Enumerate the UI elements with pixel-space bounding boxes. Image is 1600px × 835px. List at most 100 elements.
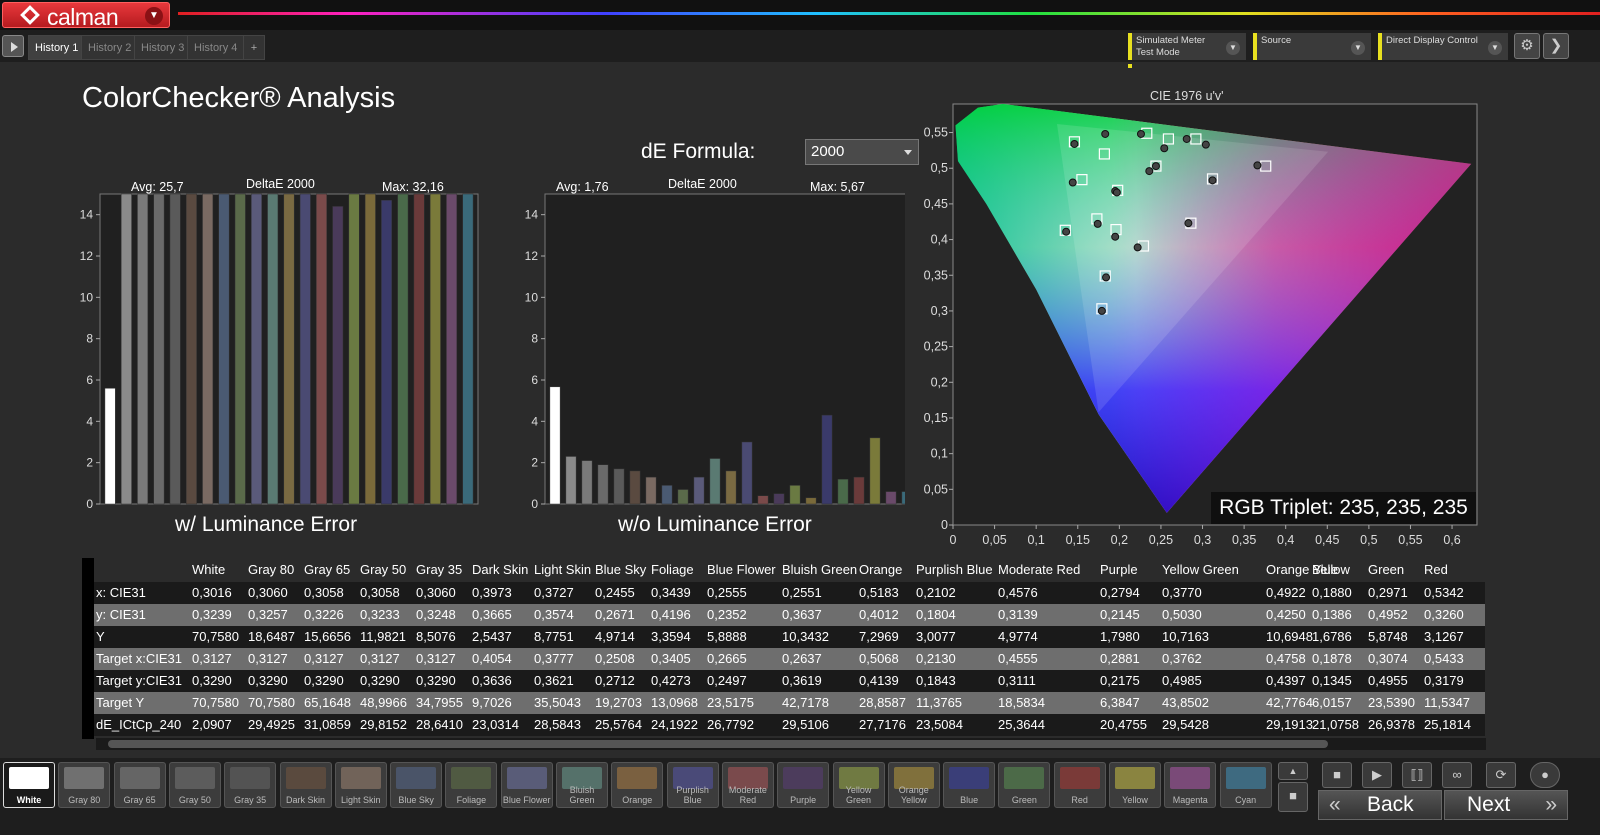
column-header: Purple [1100, 562, 1138, 577]
bar-orange [283, 193, 295, 505]
swatch-purplish-blue[interactable]: Purplish Blue [666, 762, 719, 808]
cie-chart: 0 0,05 0,1 0,15 0,2 0,25 0,3 0,35 0,4 0,45 0,5 0,55… [924, 103, 1478, 547]
table-cell: 15,6656 [304, 629, 351, 644]
table-cell: 0,4555 [998, 651, 1038, 666]
bar-orange-yellow [364, 193, 376, 505]
column-header: Gray 35 [416, 562, 463, 577]
swatch-green[interactable]: Green [998, 762, 1051, 808]
gear-icon[interactable]: ⚙ [1514, 33, 1540, 59]
meter-dropdown[interactable]: Simulated Meter Test Mode ▼ [1128, 33, 1246, 68]
next-button[interactable]: Next » [1444, 790, 1568, 820]
bar-foliage [234, 193, 246, 505]
swatch-color [1004, 767, 1045, 789]
table-cell: 42,7178 [782, 695, 829, 710]
x-tick-label: 0,6 [1443, 533, 1460, 547]
tab-history-2[interactable]: History 2 [81, 35, 139, 60]
refresh-icon[interactable]: ⟳ [1486, 762, 1516, 788]
scroll-up-icon[interactable]: ▲ [1278, 762, 1308, 780]
x-tick-label: 0,45 [1315, 533, 1339, 547]
swatch-gray-80[interactable]: Gray 80 [58, 762, 111, 808]
add-tab-button[interactable]: + [243, 35, 265, 60]
measured-marker [1208, 176, 1217, 185]
swatch-label: Gray 35 [234, 795, 267, 805]
table-cell: 0,3226 [304, 607, 344, 622]
swatch-white[interactable]: White [3, 762, 55, 808]
measured-marker [1133, 243, 1142, 252]
tab-history-3[interactable]: History 3 [134, 35, 192, 60]
swatch-yellow[interactable]: Yellow [1109, 762, 1161, 808]
table-cell: 4,9774 [998, 629, 1038, 644]
bar-yellow [869, 437, 881, 505]
page-title: ColorChecker® Analysis [82, 82, 396, 114]
calman-logo[interactable]: calman ▼ [2, 2, 170, 30]
bar-blue [381, 199, 393, 505]
table-cell: 26,9378 [1368, 717, 1415, 732]
table-cell: 0,4397 [1266, 673, 1306, 688]
table-cell: 29,1913 [1266, 717, 1313, 732]
table-scrollbar-thumb[interactable] [108, 740, 1328, 748]
read-loop-icon[interactable]: ⟦⟧ [1402, 762, 1432, 788]
de-formula-select[interactable]: 2000 [805, 139, 919, 165]
table-cell: 0,3637 [782, 607, 822, 622]
table-row: Target y:CIE31 0,3290 0,3290 0,3290 0,3290 0,… [94, 670, 1485, 692]
table-cell: 23,5084 [916, 717, 963, 732]
table-cell: 5,8888 [707, 629, 747, 644]
swatch-color [285, 767, 326, 789]
table-cell: 13,0968 [651, 695, 698, 710]
stop-icon[interactable]: ■ [1278, 782, 1308, 812]
swatch-cyan[interactable]: Cyan [1219, 762, 1272, 808]
bar-foliage [677, 489, 689, 505]
swatch-foliage[interactable]: Foliage [445, 762, 498, 808]
table-cell: 7,2969 [859, 629, 899, 644]
swatch-bluish-green[interactable]: Bluish Green [556, 762, 608, 808]
swatch-red[interactable]: Red [1053, 762, 1106, 808]
measured-marker [1184, 219, 1193, 228]
play-icon[interactable] [2, 35, 24, 57]
rgb-triplet: RGB Triplet: 235, 235, 235 [1211, 492, 1476, 524]
swatch-color [451, 767, 492, 789]
swatch-gray-65[interactable]: Gray 65 [113, 762, 166, 808]
table-cell: 0,3016 [192, 585, 232, 600]
swatch-blue-sky[interactable]: Blue Sky [390, 762, 443, 808]
measured-marker [1151, 162, 1160, 171]
swatch-light-skin[interactable]: Light Skin [334, 762, 387, 808]
back-button[interactable]: « Back [1318, 790, 1442, 820]
swatch-moderate-red[interactable]: Moderate Red [721, 762, 774, 808]
table-cell: 0,3574 [534, 607, 574, 622]
swatch-orange[interactable]: Orange [611, 762, 664, 808]
swatch-gray-50[interactable]: Gray 50 [168, 762, 221, 808]
stop-icon[interactable]: ■ [1322, 762, 1352, 788]
measured-marker [1112, 188, 1121, 197]
collapse-panel-icon[interactable]: ❯ [1543, 33, 1569, 59]
table-cell: 0,3127 [360, 651, 400, 666]
play-icon[interactable]: ▶ [1362, 762, 1392, 788]
swatch-orange-yellow[interactable]: Orange Yellow [887, 762, 940, 808]
swatch-dark-skin[interactable]: Dark Skin [279, 762, 332, 808]
swatch-label: Purple [790, 795, 817, 805]
chevron-down-icon[interactable]: ▼ [145, 7, 163, 25]
table-cell: 0,3762 [1162, 651, 1202, 666]
table-cell: 0,3058 [360, 585, 400, 600]
source-dropdown[interactable]: Source ▼ [1253, 33, 1371, 60]
swatch-yellow-green[interactable]: Yellow Green [832, 762, 885, 808]
column-header: Gray 80 [248, 562, 295, 577]
continuous-icon[interactable]: ∞ [1442, 762, 1472, 788]
bar-moderate-red [757, 495, 769, 505]
y-tick-label: 8 [531, 332, 538, 346]
display-control-dropdown[interactable]: Direct Display Control ▼ [1378, 33, 1508, 60]
swatch-blue-flower[interactable]: Blue Flower [500, 762, 553, 808]
tab-history-1[interactable]: History 1 [28, 35, 86, 60]
bar-magenta [446, 193, 458, 505]
swatch-purple[interactable]: Purple [777, 762, 830, 808]
swatch-magenta[interactable]: Magenta [1164, 762, 1217, 808]
swatch-gray-35[interactable]: Gray 35 [224, 762, 277, 808]
swatch-blue[interactable]: Blue [943, 762, 996, 808]
table-cell: 3,1267 [1424, 629, 1464, 644]
tab-history-4[interactable]: History 4 [187, 35, 245, 60]
table-cell: 0,4955 [1368, 673, 1408, 688]
x-tick-label: 0,25 [1149, 533, 1173, 547]
swatch-color [949, 767, 990, 789]
record-icon[interactable]: ● [1530, 762, 1560, 788]
table-cell: 0,1878 [1312, 651, 1352, 666]
x-tick-label: 0,4 [1277, 533, 1294, 547]
